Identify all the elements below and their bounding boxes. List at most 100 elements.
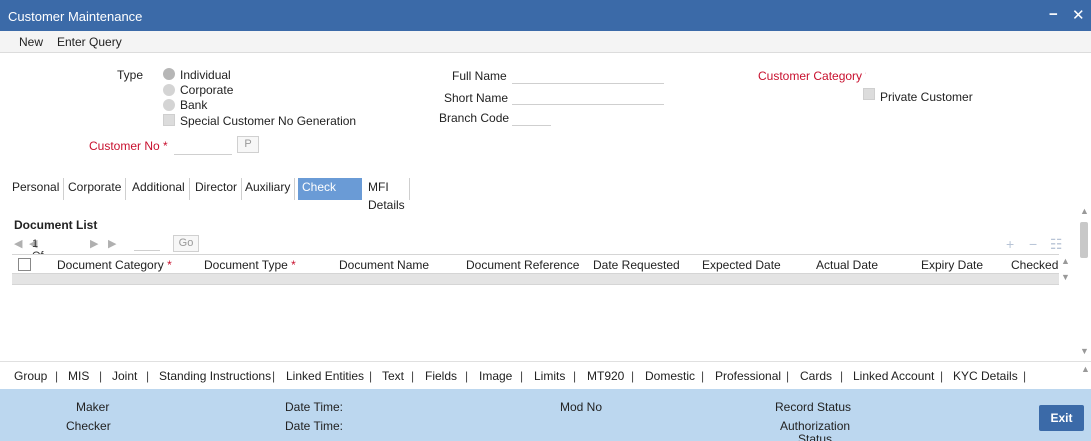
link-separator: | (272, 369, 276, 383)
subsystem-links: Group | MIS | Joint | Standing Instructi… (0, 361, 1091, 389)
link-separator: | (840, 369, 844, 383)
column-date-requested[interactable]: Date Requested (593, 258, 680, 272)
exit-button[interactable]: Exit (1039, 405, 1084, 431)
customer-no-label: Customer No * (89, 139, 168, 153)
link-limits[interactable]: Limits (534, 369, 565, 383)
select-all-checkbox[interactable] (18, 258, 31, 271)
column-document-reference[interactable]: Document Reference (466, 258, 579, 272)
type-radio-corporate[interactable] (163, 84, 175, 96)
branch-code-label: Branch Code (439, 111, 510, 125)
scroll-down-icon[interactable]: ▼ (1061, 272, 1070, 282)
special-customer-no-checkbox[interactable] (163, 114, 175, 126)
link-separator: | (573, 369, 577, 383)
next-page-icon[interactable]: ▶ (90, 237, 98, 250)
tab-mfi-details[interactable]: MFI Details (364, 178, 410, 212)
private-customer-label: Private Customer (880, 90, 973, 104)
menu-new[interactable]: New (19, 35, 43, 49)
type-option-bank: Bank (180, 98, 208, 112)
customer-category-field[interactable] (866, 66, 986, 84)
type-radio-individual[interactable] (163, 68, 175, 80)
first-page-icon[interactable]: ◀ (14, 237, 22, 250)
link-separator: | (786, 369, 790, 383)
column-expected-date[interactable]: Expected Date (702, 258, 781, 272)
column-checked[interactable]: Checked (1011, 258, 1058, 272)
branch-code-field[interactable] (512, 108, 551, 126)
scroll-up-icon[interactable]: ▲ (1061, 256, 1070, 266)
link-professional[interactable]: Professional (715, 369, 781, 383)
list-view-icon[interactable]: ☷ (1050, 236, 1063, 253)
window-titlebar: Customer Maintenance − ✕ (0, 0, 1091, 31)
collapse-up-icon[interactable]: ▲ (1081, 364, 1090, 374)
link-separator: | (369, 369, 373, 383)
column-document-type[interactable]: Document Type * (204, 258, 296, 272)
scrollbar-thumb[interactable] (1080, 222, 1088, 258)
link-cards[interactable]: Cards (800, 369, 832, 383)
link-linked-entities[interactable]: Linked Entities (286, 369, 364, 383)
minus-icon[interactable]: − (1029, 236, 1037, 252)
checker-date-time-label: Date Time: (285, 419, 344, 433)
maker-label: Maker (76, 400, 110, 414)
link-separator: | (701, 369, 705, 383)
link-linked-account[interactable]: Linked Account (853, 369, 934, 383)
short-name-field[interactable] (512, 87, 664, 105)
tab-corporate[interactable]: Corporate (64, 178, 127, 200)
link-image[interactable]: Image (479, 369, 512, 383)
link-separator: | (940, 369, 944, 383)
scroll-up-icon[interactable]: ▲ (1080, 206, 1089, 216)
audit-footer: Maker Checker Date Time: Date Time: Mod … (0, 389, 1091, 441)
tab-check-list[interactable]: Check List (298, 178, 362, 212)
vertical-scrollbar[interactable]: ▲ ▼ (1078, 206, 1090, 360)
link-mis[interactable]: MIS (68, 369, 89, 383)
link-joint[interactable]: Joint (112, 369, 137, 383)
document-list-title: Document List (14, 218, 98, 232)
p-button[interactable]: P (237, 136, 259, 153)
scroll-down-icon[interactable]: ▼ (1080, 346, 1089, 356)
link-separator: | (631, 369, 635, 383)
link-text[interactable]: Text (382, 369, 404, 383)
plus-icon[interactable]: + (1006, 236, 1014, 252)
column-expiry-date[interactable]: Expiry Date (921, 258, 983, 272)
close-icon[interactable]: ✕ (1072, 6, 1085, 24)
authorization-status-label: Authorization (780, 419, 851, 433)
type-radio-bank[interactable] (163, 99, 175, 111)
link-mt920[interactable]: MT920 (587, 369, 624, 383)
private-customer-checkbox[interactable] (863, 88, 875, 100)
link-standing-instructions[interactable]: Standing Instructions (159, 369, 271, 383)
column-document-category[interactable]: Document Category * (57, 258, 172, 272)
link-separator: | (55, 369, 59, 383)
table-scrollbar[interactable]: ▲ ▼ (1060, 254, 1070, 286)
authorization-status-label-line2: Status (798, 432, 833, 441)
minimize-icon[interactable]: − (1049, 6, 1058, 23)
full-name-label: Full Name (452, 69, 507, 83)
short-name-label: Short Name (444, 91, 509, 105)
type-option-corporate: Corporate (180, 83, 234, 97)
link-fields[interactable]: Fields (425, 369, 457, 383)
menu-enter-query[interactable]: Enter Query (57, 35, 122, 49)
link-separator: | (411, 369, 415, 383)
checker-label: Checker (66, 419, 111, 433)
mod-no-label: Mod No (560, 400, 603, 414)
link-kyc-details[interactable]: KYC Details (953, 369, 1018, 383)
link-domestic[interactable]: Domestic (645, 369, 695, 383)
link-separator: | (99, 369, 103, 383)
type-label: Type (117, 68, 144, 82)
tab-additional[interactable]: Additional (128, 178, 190, 200)
page-number-input[interactable] (134, 237, 160, 251)
link-separator: | (146, 369, 150, 383)
column-actual-date[interactable]: Actual Date (816, 258, 878, 272)
go-button[interactable]: Go (173, 235, 199, 252)
tab-auxiliary[interactable]: Auxiliary (241, 178, 296, 200)
record-status-label: Record Status (775, 400, 852, 414)
link-group[interactable]: Group (14, 369, 47, 383)
last-page-icon[interactable]: ▶ (108, 237, 116, 250)
document-table-header: Document Category * Document Type * Docu… (12, 254, 1059, 274)
full-name-field[interactable] (512, 66, 664, 84)
tab-personal[interactable]: Personal (8, 178, 65, 200)
column-document-name[interactable]: Document Name (339, 258, 429, 272)
customer-no-field[interactable] (174, 137, 232, 155)
window-title: Customer Maintenance (8, 9, 143, 24)
link-separator: | (465, 369, 469, 383)
table-row[interactable] (12, 274, 1059, 285)
link-separator: | (520, 369, 524, 383)
tab-director[interactable]: Director (191, 178, 243, 200)
